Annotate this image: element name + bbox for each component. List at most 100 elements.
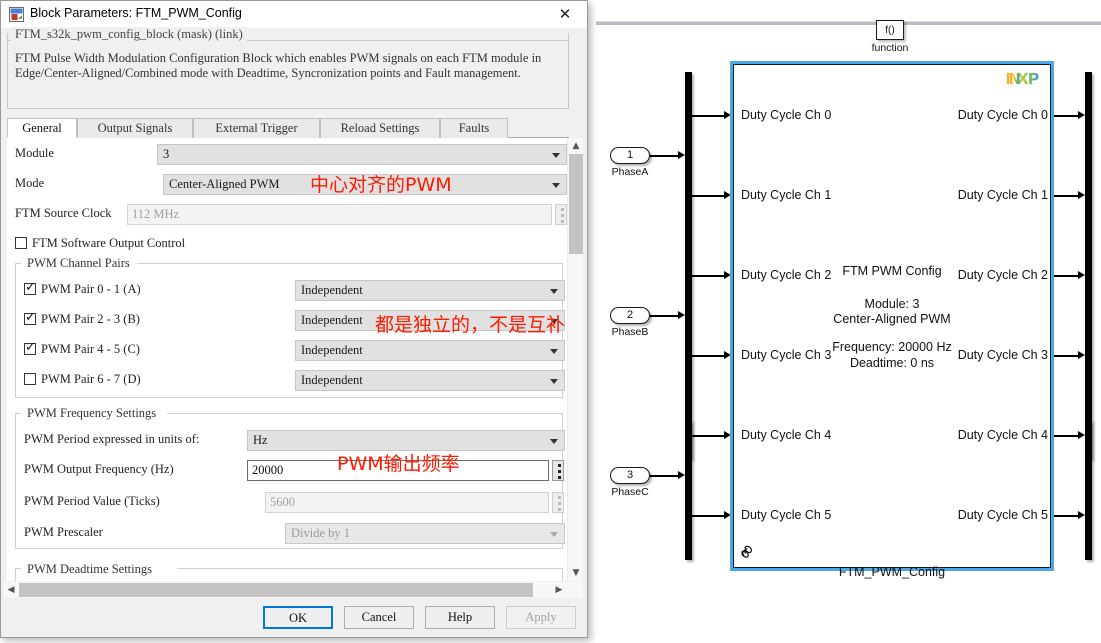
ftm-source-clock-value: 112 MHz xyxy=(132,207,179,221)
wire xyxy=(692,515,726,517)
group-border-right xyxy=(177,568,563,569)
vertical-scrollbar-thumb[interactable] xyxy=(569,154,583,254)
period-ticks-field: 5600 xyxy=(265,492,549,513)
cancel-button[interactable]: Cancel xyxy=(344,606,414,629)
mask-description-legend: FTM_s32k_pwm_config_block (mask) (link) xyxy=(11,27,247,42)
period-units-value: Hz xyxy=(253,433,268,447)
pwm-frequency-settings-legend: PWM Frequency Settings xyxy=(23,406,160,421)
function-trigger-caption: function xyxy=(855,42,925,54)
inport-label-phase-a: PhaseA xyxy=(595,166,665,178)
field-row-mode: Mode Center-Aligned PWM xyxy=(7,172,552,198)
inport-phase-a[interactable]: 1 xyxy=(610,147,650,164)
tab-general[interactable]: General xyxy=(7,118,77,138)
pwm-pair-6-7-mode-dropdown[interactable]: Independent xyxy=(295,370,565,391)
dialog-titlebar[interactable]: Block Parameters: FTM_PWM_Config ✕ xyxy=(1,1,587,28)
wire-arrow xyxy=(1078,191,1085,199)
wire xyxy=(692,115,726,117)
pwm-pair-6-7-mode-value: Independent xyxy=(301,373,363,387)
block-parameters-dialog[interactable]: Block Parameters: FTM_PWM_Config ✕ FTM_s… xyxy=(0,0,588,638)
pwm-pair-row: PWM Pair 4 - 5 (C) Independent xyxy=(7,338,552,364)
pwm-pair-row: PWM Pair 2 - 3 (B) Independent xyxy=(7,308,552,334)
help-button[interactable]: Help xyxy=(425,606,495,629)
pwm-deadtime-settings-legend: PWM Deadtime Settings xyxy=(23,562,156,577)
software-output-control-checkbox[interactable] xyxy=(15,237,27,249)
panel-vertical-scrollbar[interactable]: ▲ ▼ xyxy=(567,138,583,581)
block-text-deadtime: Deadtime: 0 ns xyxy=(802,355,982,371)
chevron-down-icon[interactable]: ▼ xyxy=(568,565,584,581)
pwm-pair-2-3-mode-dropdown[interactable]: Independent xyxy=(295,310,565,331)
inport-phase-b[interactable]: 2 xyxy=(610,307,650,324)
period-units-dropdown[interactable]: Hz xyxy=(247,430,565,451)
wire-arrow xyxy=(724,271,731,279)
inport-phase-c[interactable]: 3 xyxy=(610,467,650,484)
period-ticks-label: PWM Period Value (Ticks) xyxy=(24,494,160,509)
canvas-top-strip xyxy=(596,0,1101,22)
nxp-logo: NXP NXP xyxy=(1006,70,1044,88)
pwm-pair-6-7-checkbox[interactable] xyxy=(24,373,36,385)
pwm-pair-4-5-mode-dropdown[interactable]: Independent xyxy=(295,340,565,361)
inport-label-phase-c: PhaseC xyxy=(595,486,665,498)
block-text-module: Module: 3 xyxy=(802,296,982,312)
chevron-down-icon xyxy=(550,439,558,444)
output-mux-bar[interactable] xyxy=(1085,420,1092,560)
prescaler-dropdown: Divide by 1 xyxy=(285,523,565,544)
block-text-frequency: Frequency: 20000 Hz xyxy=(802,339,982,355)
wire-arrow xyxy=(724,431,731,439)
wire xyxy=(650,155,680,157)
pwm-pair-row: PWM Pair 6 - 7 (D) Independent xyxy=(7,368,552,394)
mode-dropdown[interactable]: Center-Aligned PWM xyxy=(163,174,567,195)
close-icon[interactable]: ✕ xyxy=(543,1,587,28)
field-row-period-ticks: PWM Period Value (Ticks) 5600 xyxy=(7,490,552,516)
tab-external-trigger[interactable]: External Trigger xyxy=(193,118,320,138)
input-mux-bar[interactable] xyxy=(685,420,692,560)
wire-arrow xyxy=(1078,111,1085,119)
input-mux-bar[interactable] xyxy=(685,72,692,287)
pwm-pair-4-5-mode-value: Independent xyxy=(301,343,363,357)
block-name-label: FTM_PWM_Config xyxy=(792,565,992,579)
wire xyxy=(692,195,726,197)
panel-horizontal-scrollbar[interactable]: ◀ ▶ xyxy=(3,582,583,598)
wire-arrow xyxy=(678,151,685,159)
chevron-left-icon[interactable]: ◀ xyxy=(3,582,19,598)
wire xyxy=(692,275,726,277)
output-frequency-input[interactable]: 20000 xyxy=(247,460,549,481)
pwm-pair-0-1-checkbox[interactable] xyxy=(24,283,36,295)
output-frequency-label: PWM Output Frequency (Hz) xyxy=(24,462,174,477)
port-label-output: Duty Cycle Ch 5 xyxy=(953,508,1048,522)
output-mux-bar[interactable] xyxy=(1085,72,1092,287)
tab-faults[interactable]: Faults xyxy=(440,118,508,138)
wire-arrow xyxy=(724,191,731,199)
chain-link-icon xyxy=(738,542,757,565)
block-text-mode: Center-Aligned PWM xyxy=(802,311,982,327)
wire xyxy=(1053,275,1079,277)
output-frequency-stepper[interactable] xyxy=(552,460,564,481)
chevron-right-icon[interactable]: ▶ xyxy=(551,582,567,598)
field-row-module: Module 3 xyxy=(7,142,552,168)
mask-description-text: FTM Pulse Width Modulation Configuration… xyxy=(15,51,553,81)
group-border-left xyxy=(15,413,21,414)
port-label-input: Duty Cycle Ch 0 xyxy=(741,108,831,122)
parameters-panel[interactable]: Module 3 Mode Center-Aligned PWM FTM Sou… xyxy=(7,138,569,581)
chevron-down-icon xyxy=(550,379,558,384)
wire-arrow xyxy=(1078,271,1085,279)
ftm-source-clock-label: FTM Source Clock xyxy=(15,206,112,221)
port-label-output: Duty Cycle Ch 4 xyxy=(953,428,1048,442)
wire-arrow xyxy=(1078,511,1085,519)
pwm-pair-2-3-checkbox[interactable] xyxy=(24,313,36,325)
horizontal-scrollbar-thumb[interactable] xyxy=(19,583,533,597)
pwm-pair-0-1-mode-dropdown[interactable]: Independent xyxy=(295,280,565,301)
period-ticks-value: 5600 xyxy=(270,495,295,509)
function-trigger-block[interactable]: f() xyxy=(876,20,904,40)
wire-arrow xyxy=(678,311,685,319)
inport-label-phase-b: PhaseB xyxy=(595,326,665,338)
wire-arrow xyxy=(678,471,685,479)
tab-reload-settings[interactable]: Reload Settings xyxy=(320,118,440,138)
module-dropdown[interactable]: 3 xyxy=(157,144,567,165)
tab-output-signals[interactable]: Output Signals xyxy=(77,118,193,138)
field-row-output-frequency: PWM Output Frequency (Hz) 20000 xyxy=(7,458,552,484)
wire xyxy=(650,315,680,317)
mode-label: Mode xyxy=(15,176,44,191)
ok-button[interactable]: OK xyxy=(263,606,333,629)
chevron-up-icon[interactable]: ▲ xyxy=(568,138,584,154)
pwm-pair-4-5-checkbox[interactable] xyxy=(24,343,36,355)
